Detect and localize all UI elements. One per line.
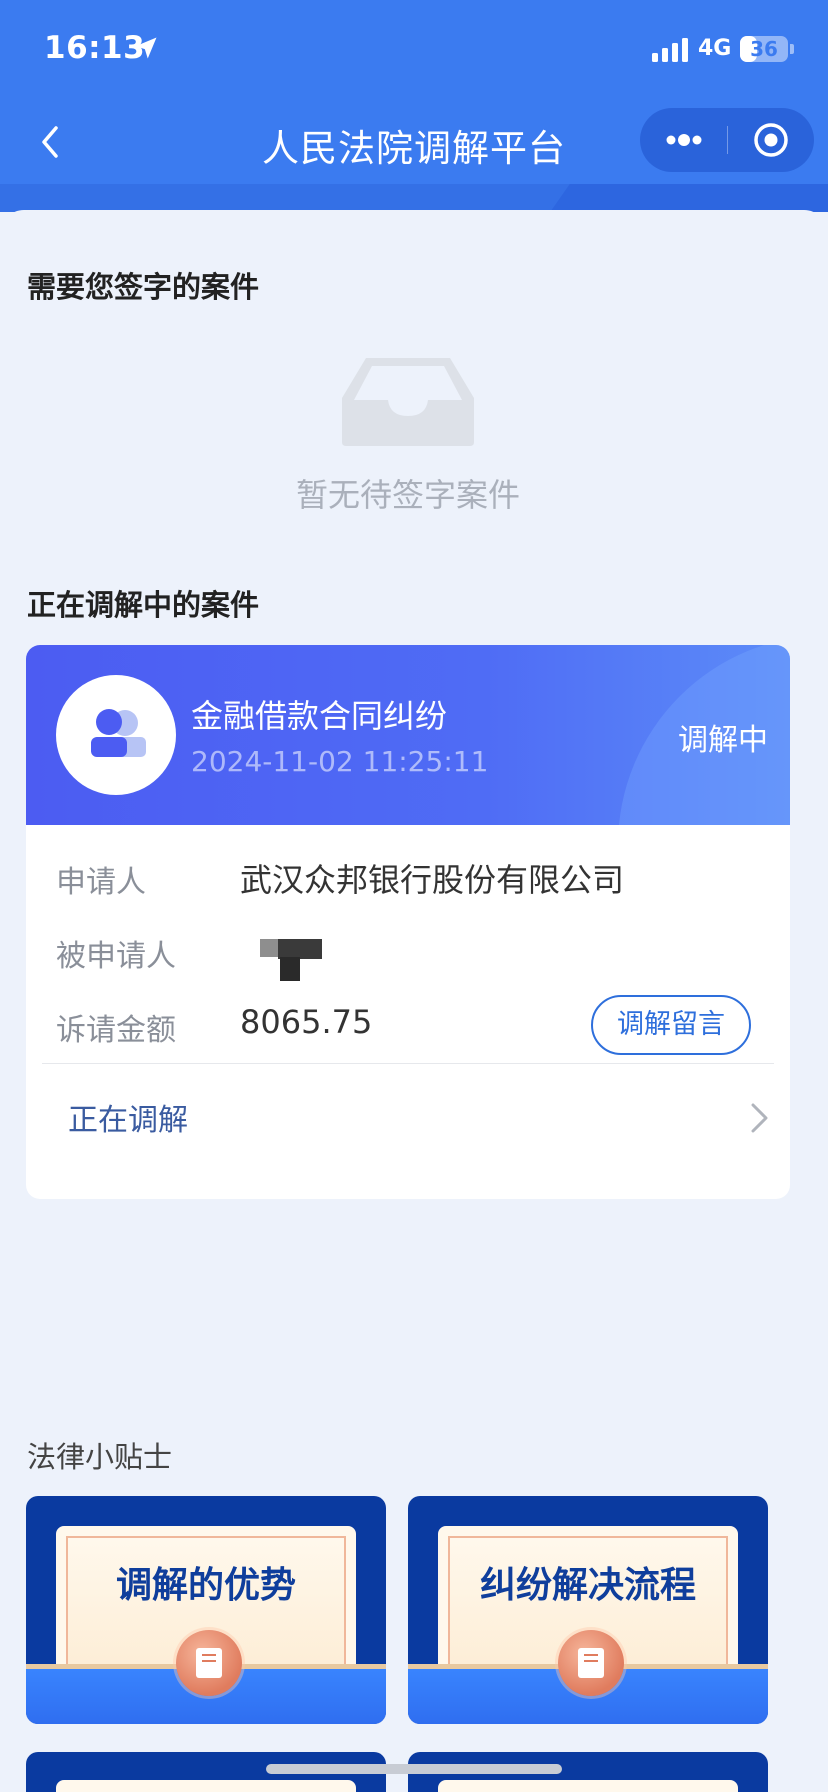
tip-card-mediation-advantages[interactable]: 调解的优势	[26, 1496, 386, 1724]
mediating-section-title: 正在调解中的案件	[27, 588, 260, 622]
battery-icon: 36	[740, 36, 788, 62]
mediation-progress-row[interactable]: 正在调解	[26, 1065, 790, 1161]
home-indicator	[266, 1764, 562, 1774]
case-datetime: 2024-11-02 11:25:11	[191, 745, 489, 778]
amount-value: 8065.75	[240, 1003, 373, 1041]
book-icon	[176, 1630, 242, 1696]
signal-bars-icon	[652, 38, 688, 62]
tip-label: 调解的优势	[115, 1565, 296, 1606]
empty-inbox-icon	[342, 358, 474, 446]
empty-state-text: 暂无待签字案件	[295, 476, 520, 514]
case-card-header: 金融借款合同纠纷 2024-11-02 11:25:11 调解中	[26, 645, 790, 825]
target-circle-icon	[753, 123, 788, 157]
signing-section-title: 需要您签字的案件	[27, 270, 260, 304]
more-dots-icon	[666, 134, 701, 146]
location-arrow-icon	[135, 37, 157, 59]
chevron-right-icon	[751, 1103, 768, 1133]
tip-label: 纠纷解决流程	[479, 1565, 696, 1606]
mediation-message-button[interactable]: 调解留言	[591, 995, 751, 1055]
more-button[interactable]	[640, 108, 727, 172]
case-type: 金融借款合同纠纷	[191, 697, 448, 735]
battery-cap	[790, 44, 794, 54]
battery-level: 36	[750, 37, 778, 61]
book-icon	[558, 1630, 624, 1696]
miniprogram-capsule	[640, 108, 814, 172]
status-time: 16:13	[44, 30, 146, 66]
case-avatar	[56, 675, 176, 795]
applicant-value: 武汉众邦银行股份有限公司	[240, 861, 625, 899]
header: 16:13 4G 36 人民法院调解平台	[0, 0, 828, 212]
applicant-label: 申请人	[56, 865, 146, 900]
case-status-badge: 调解中	[678, 723, 768, 758]
respondent-label: 被申请人	[56, 939, 176, 974]
close-miniprogram-button[interactable]	[727, 108, 814, 172]
redacted-name	[260, 939, 322, 981]
tips-section-title: 法律小贴士	[27, 1440, 173, 1474]
progress-label: 正在调解	[68, 1103, 188, 1138]
users-icon	[91, 709, 146, 757]
nav-bar: 人民法院调解平台	[0, 100, 828, 184]
tip-card-dispute-process[interactable]: 纠纷解决流程	[408, 1496, 768, 1724]
case-card[interactable]: 金融借款合同纠纷 2024-11-02 11:25:11 调解中 申请人 武汉众…	[26, 645, 790, 1199]
status-bar: 16:13 4G 36	[0, 0, 828, 100]
card-divider	[42, 1063, 774, 1064]
network-type: 4G	[698, 36, 732, 61]
amount-label: 诉请金额	[56, 1013, 176, 1048]
header-band-accent	[550, 184, 828, 212]
